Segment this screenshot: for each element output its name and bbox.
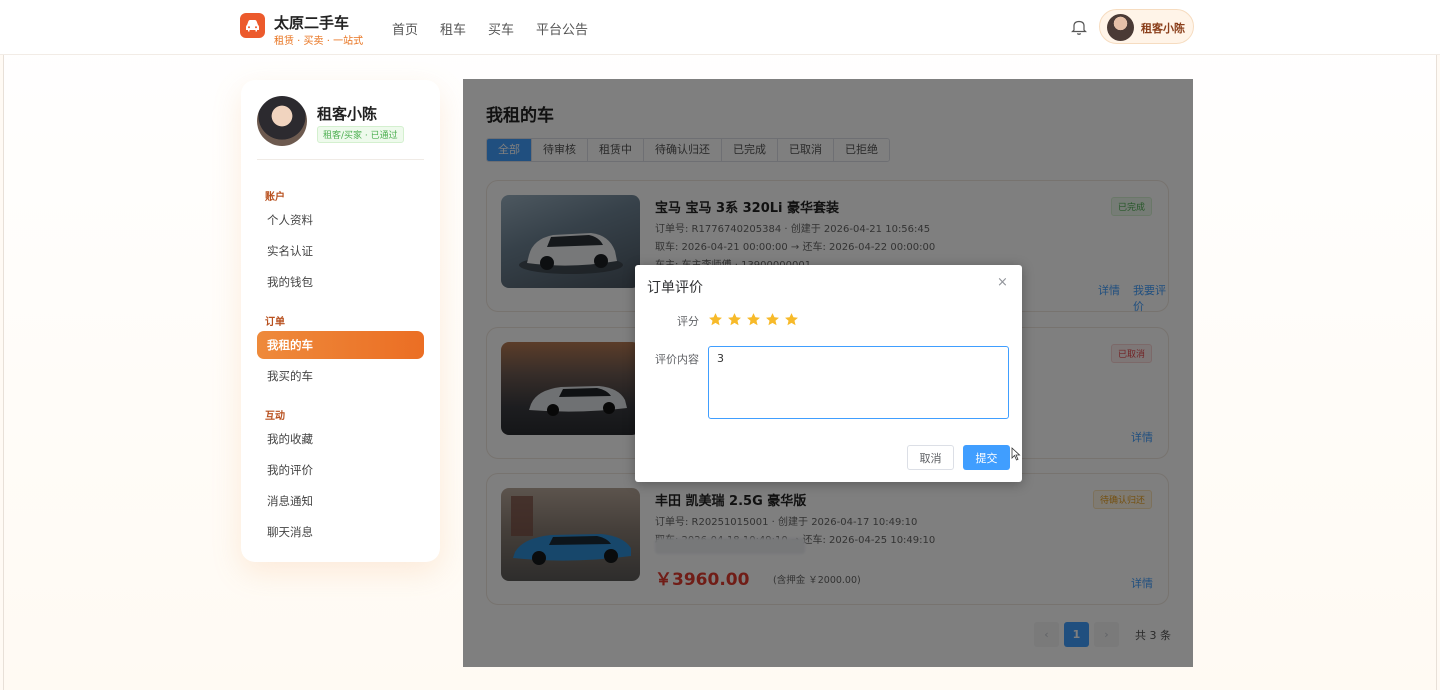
sidebar-item-rented[interactable]: 我租的车	[257, 331, 424, 359]
sidebar-item-favorites[interactable]: 我的收藏	[257, 425, 424, 453]
rating-label: 评分	[677, 315, 699, 328]
star-icon[interactable]	[708, 312, 723, 327]
dialog-title: 订单评价	[647, 280, 703, 296]
review-content-textarea[interactable]	[708, 346, 1009, 419]
status-badge: 租客/买家 · 已通过	[317, 126, 404, 143]
divider	[257, 159, 424, 160]
sidebar-item-profile[interactable]: 个人资料	[257, 206, 424, 234]
sidebar-item-chat[interactable]: 聊天消息	[257, 518, 424, 546]
bell-icon[interactable]	[1071, 18, 1087, 36]
mouse-cursor-icon	[1011, 447, 1021, 461]
brand-title[interactable]: 太原二手车	[274, 12, 349, 33]
section-orders: 订单	[265, 317, 285, 328]
submit-button[interactable]: 提交	[963, 445, 1010, 470]
nav-rent[interactable]: 租车	[440, 19, 466, 38]
sidebar-item-wallet[interactable]: 我的钱包	[257, 268, 424, 296]
cancel-button[interactable]: 取消	[907, 445, 954, 470]
brand-subtitle: 租赁 · 买卖 · 一站式	[274, 36, 364, 47]
user-name: 租客小陈	[1141, 22, 1185, 35]
profile-avatar	[257, 96, 307, 146]
top-header: 太原二手车 租赁 · 买卖 · 一站式 首页 租车 买车 平台公告 租客小陈	[0, 0, 1440, 55]
sidebar-item-messages[interactable]: 消息通知	[257, 487, 424, 515]
star-icon[interactable]	[784, 312, 799, 327]
section-account: 账户	[265, 192, 285, 203]
close-icon[interactable]: ×	[997, 275, 1008, 290]
car-logo-icon[interactable]	[240, 13, 265, 38]
sidebar: 租客小陈 租客/买家 · 已通过 账户 个人资料 实名认证 我的钱包 订单 我租…	[241, 80, 440, 562]
nav-announcements[interactable]: 平台公告	[536, 19, 588, 38]
section-interact: 互动	[265, 411, 285, 422]
user-menu-chip[interactable]: 租客小陈	[1099, 9, 1194, 44]
star-icon[interactable]	[746, 312, 761, 327]
review-dialog: 订单评价 × 评分 评价内容 取消 提交	[635, 265, 1022, 482]
sidebar-item-bought[interactable]: 我买的车	[257, 362, 424, 390]
nav-buy[interactable]: 买车	[488, 19, 514, 38]
rating-stars[interactable]	[708, 312, 799, 327]
star-icon[interactable]	[727, 312, 742, 327]
profile-name: 租客小陈	[317, 105, 378, 123]
nav-home[interactable]: 首页	[392, 19, 418, 38]
sidebar-item-reviews[interactable]: 我的评价	[257, 456, 424, 484]
star-icon[interactable]	[765, 312, 780, 327]
sidebar-item-realname[interactable]: 实名认证	[257, 237, 424, 265]
avatar	[1107, 14, 1134, 41]
content-label: 评价内容	[655, 353, 699, 366]
